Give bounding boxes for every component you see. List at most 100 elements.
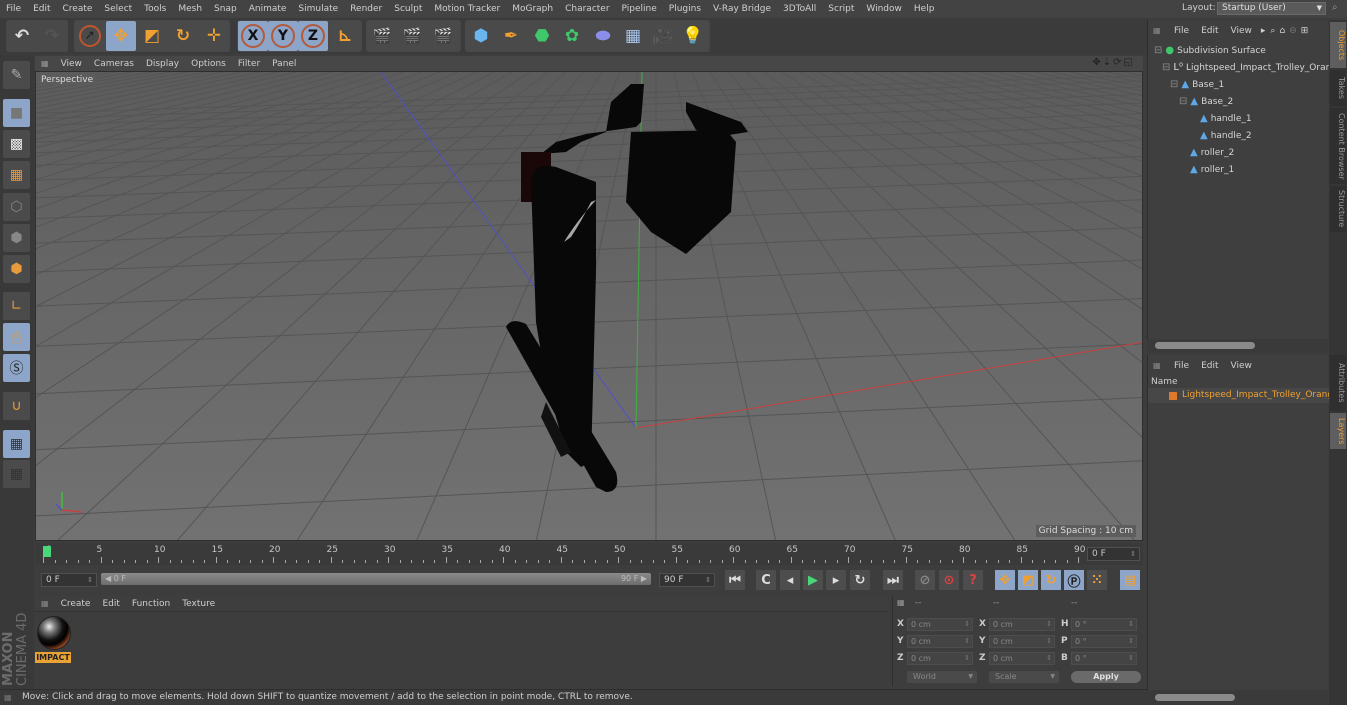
redo-icon[interactable]: ↷ (37, 21, 67, 51)
layer-manager-scrollbar[interactable] (1147, 690, 1328, 705)
search-icon[interactable]: ⌕ (1268, 26, 1277, 36)
key-pla-toggle[interactable]: ⁙ (1087, 570, 1107, 590)
minimize-icon[interactable]: ⊖ (1287, 26, 1299, 36)
axis-mode-icon[interactable]: ∟ (3, 292, 30, 320)
object-manager-scrollbar[interactable] (1147, 339, 1328, 353)
layer-menu-view[interactable]: View (1225, 361, 1258, 371)
layer-menu-file[interactable]: File (1168, 361, 1195, 371)
undo-icon[interactable]: ↶ (7, 21, 37, 51)
tree-item-roller-1[interactable]: ▲ roller_1 (1148, 161, 1329, 178)
object-menu-file[interactable]: File (1168, 26, 1195, 36)
tab-objects[interactable]: Objects (1330, 22, 1346, 68)
frame-range-slider[interactable]: ◀ 0 F 90 F ▶ (101, 573, 651, 585)
tree-item-subdivision-surface[interactable]: ⊟ ● Subdivision Surface (1148, 42, 1329, 59)
rot-h-field[interactable]: 0 ° ⇕ (1071, 618, 1137, 631)
size-mode-select[interactable]: Scale ▼ (989, 671, 1059, 683)
panel-grip-icon[interactable]: ▦ (35, 59, 55, 68)
autokey-button[interactable]: ⊙ (939, 570, 959, 590)
start-frame-field[interactable]: 0 F ⇕ (41, 573, 97, 587)
object-menu-edit[interactable]: Edit (1195, 26, 1224, 36)
apply-button[interactable]: Apply (1071, 671, 1141, 683)
menu-mesh[interactable]: Mesh (172, 4, 208, 14)
prev-frame-button[interactable]: ◂ (780, 570, 800, 590)
tab-content-browser[interactable]: Content Browser (1330, 108, 1346, 184)
scale-tool-icon[interactable]: ◩ (137, 21, 167, 51)
3d-viewport[interactable]: Perspective Grid Spacing : 10 cm (35, 71, 1143, 541)
home-icon[interactable]: ⌂ (1277, 26, 1287, 36)
play-button[interactable]: ▶ (803, 570, 823, 590)
last-tool-icon[interactable]: ✛ (199, 21, 229, 51)
menu-sculpt[interactable]: Sculpt (388, 4, 428, 14)
menu-pipeline[interactable]: Pipeline (616, 4, 663, 14)
menu-window[interactable]: Window (860, 4, 908, 14)
scrollbar-thumb[interactable] (1155, 342, 1255, 349)
menu-file[interactable]: File (0, 4, 27, 14)
tab-attributes[interactable]: Attributes (1330, 355, 1346, 411)
current-frame-field[interactable]: 0 F ⇕ (1087, 547, 1140, 561)
size-x-field[interactable]: 0 cm ⇕ (989, 618, 1055, 631)
scrollbar-thumb[interactable] (1155, 694, 1235, 701)
tree-item-base-2[interactable]: ⊟ ▲ Base_2 (1148, 93, 1329, 110)
menu-character[interactable]: Character (559, 4, 615, 14)
viewport-menu-panel[interactable]: Panel (266, 59, 302, 69)
prev-key-button[interactable]: C (756, 570, 776, 590)
material-menu-texture[interactable]: Texture (176, 599, 221, 609)
workplane-lock-icon[interactable]: ▦ (3, 430, 30, 458)
menu-select[interactable]: Select (98, 4, 138, 14)
z-axis-toggle[interactable]: Z (298, 21, 328, 51)
new-window-icon[interactable]: ⊞ (1299, 26, 1311, 36)
menu-animate[interactable]: Animate (243, 4, 293, 14)
viewport-menu-filter[interactable]: Filter (232, 59, 266, 69)
tree-item-handle-2[interactable]: ▲ handle_2 (1148, 127, 1329, 144)
record-disabled-button[interactable]: ⊘ (915, 570, 935, 590)
points-mode-icon[interactable]: ⬡ (3, 193, 30, 221)
deformer-icon[interactable]: ⬬ (588, 21, 618, 51)
next-frame-button[interactable]: ▸ (826, 570, 846, 590)
cloner-icon[interactable]: ✿ (557, 21, 587, 51)
keyframe-selection-button[interactable]: ? (963, 570, 983, 590)
camera-icon[interactable]: 🎥 (648, 21, 678, 51)
material-menu-create[interactable]: Create (55, 599, 97, 609)
menu-plugins[interactable]: Plugins (663, 4, 707, 14)
snap-magnet-icon[interactable]: ∪ (3, 392, 30, 420)
select-tool-icon[interactable]: ➚ (75, 21, 105, 51)
tab-structure[interactable]: Structure (1330, 186, 1346, 232)
floor-icon[interactable]: ▦ (618, 21, 648, 51)
viewport-menu-options[interactable]: Options (185, 59, 232, 69)
goto-end-button[interactable]: ⏭ (883, 570, 903, 590)
size-y-field[interactable]: 0 cm ⇕ (989, 635, 1055, 648)
menu-render[interactable]: Render (344, 4, 388, 14)
make-editable-icon[interactable]: ✎ (3, 61, 30, 89)
search-icon[interactable]: ⌕ (1332, 2, 1338, 13)
tree-item-handle-1[interactable]: ▲ handle_1 (1148, 110, 1329, 127)
orbit-icon[interactable]: ⟳ (1113, 57, 1123, 68)
y-axis-toggle[interactable]: Y (268, 21, 298, 51)
solo-mode-icon[interactable]: Ⓢ (3, 354, 30, 382)
pos-z-field[interactable]: 0 cm ⇕ (907, 652, 973, 665)
playhead[interactable] (43, 546, 51, 557)
menu-3dtoall[interactable]: 3DToAll (777, 4, 822, 14)
material-menu-function[interactable]: Function (126, 599, 176, 609)
pen-icon[interactable]: ✒ (496, 21, 526, 51)
key-position-toggle[interactable]: ✥ (995, 570, 1015, 590)
viewport-menu-view[interactable]: View (55, 59, 88, 69)
key-parameter-toggle[interactable]: Ⓟ (1064, 570, 1084, 590)
key-scale-toggle[interactable]: ◩ (1018, 570, 1038, 590)
layer-color-swatch[interactable] (1169, 392, 1177, 400)
panel-grip-icon[interactable]: ▦ (1153, 361, 1161, 370)
viewport-menu-display[interactable]: Display (140, 59, 185, 69)
timeline-ruler[interactable]: 051015202530354045505560657075808590 0 F… (35, 543, 1143, 565)
menu-edit[interactable]: Edit (27, 4, 56, 14)
menu-mograph[interactable]: MoGraph (506, 4, 559, 14)
tree-item-trolley-null[interactable]: ⊟ L⁰ Lightspeed_Impact_Trolley_Oran (1148, 59, 1329, 76)
move-tool-icon[interactable]: ✥ (106, 21, 136, 51)
menu-script[interactable]: Script (822, 4, 860, 14)
layer-menu-edit[interactable]: Edit (1195, 361, 1224, 371)
tab-layers[interactable]: Layers (1330, 413, 1346, 449)
x-axis-toggle[interactable]: X (238, 21, 268, 51)
maximize-view-icon[interactable]: ◱ (1124, 57, 1135, 68)
menu-snap[interactable]: Snap (208, 4, 243, 14)
tree-item-base-1[interactable]: ⊟ ▲ Base_1 (1148, 76, 1329, 93)
polygons-mode-icon[interactable]: ⬢ (3, 255, 30, 283)
viewport-menu-cameras[interactable]: Cameras (88, 59, 140, 69)
